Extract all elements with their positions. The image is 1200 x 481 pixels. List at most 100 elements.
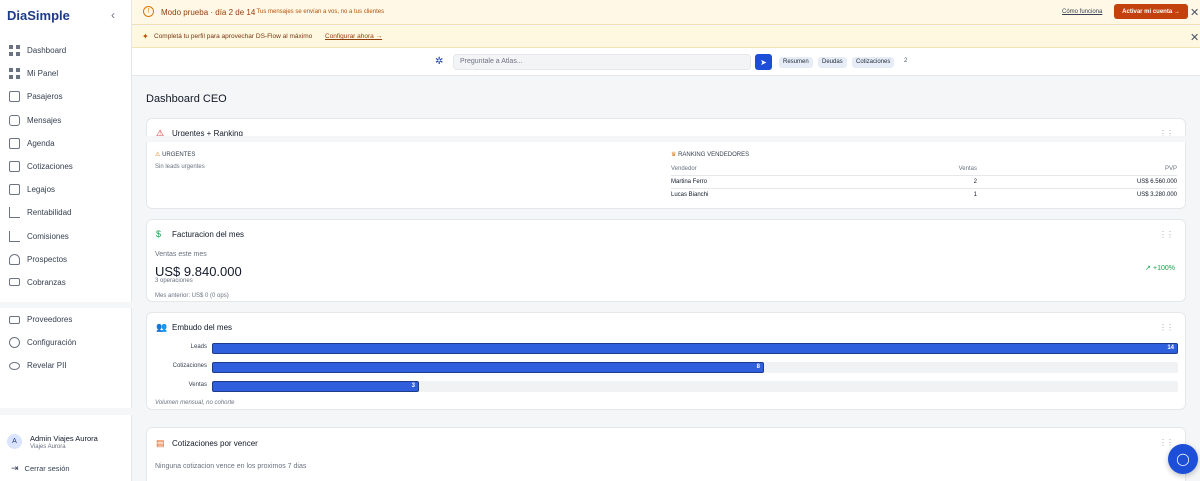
users-icon: 👥 bbox=[156, 322, 168, 332]
gear-icon bbox=[9, 337, 20, 349]
sidebar-item-comisiones[interactable]: Comisiones bbox=[0, 225, 132, 248]
funnel-value: 14 bbox=[1167, 345, 1174, 351]
info-icon: ! bbox=[143, 6, 154, 17]
sidebar-item-label: Prospectos bbox=[27, 254, 68, 264]
sidebar-item-mensajes[interactable]: Mensajes bbox=[0, 109, 132, 132]
sidebar-item-label: Revelar PII bbox=[27, 361, 67, 371]
table-row: Martina Ferro 2 US$ 6.560.000 bbox=[671, 176, 1177, 189]
drag-handle-icon[interactable]: ⋮⋮ bbox=[1159, 323, 1174, 332]
sidebar-item-label: Rentabilidad bbox=[27, 208, 72, 218]
sales-amount: US$ 9.840.000 bbox=[155, 264, 242, 279]
dollar-icon: $ bbox=[156, 229, 162, 239]
profile-banner: ✦ Completá tu perfil para aprovechar DS-… bbox=[132, 26, 1200, 48]
funnel-value: 3 bbox=[411, 383, 415, 389]
sidebar: DiaSimple ‹ Dashboard Mi Panel Pasajeros… bbox=[0, 0, 132, 481]
ranking-label: ♛ RANKING VENDEDORES bbox=[671, 152, 750, 158]
sidebar-item-agenda[interactable]: Agenda bbox=[0, 132, 132, 155]
sidebar-nav: Dashboard Mi Panel Pasajeros Mensajes Ag… bbox=[0, 39, 132, 294]
sidebar-item-label: Legajos bbox=[27, 185, 56, 195]
funnel-label: Leads bbox=[190, 344, 207, 350]
trial-banner: ! Modo prueba · día 2 de 14 · Tus mensaj… bbox=[132, 0, 1200, 25]
sales-label: Ventas este mes bbox=[155, 251, 207, 258]
warning-icon: ⚠ bbox=[155, 152, 161, 158]
grid-icon bbox=[9, 45, 20, 57]
trend-indicator: ↗ +100% bbox=[1145, 265, 1175, 272]
drag-handle-icon[interactable]: ⋮⋮ bbox=[1159, 230, 1174, 239]
brand-logo[interactable]: DiaSimple bbox=[7, 8, 70, 23]
trial-subtitle: · Tus mensajes se envían a vos, no a tus… bbox=[253, 9, 385, 15]
sidebar-item-prospectos[interactable]: Prospectos bbox=[0, 248, 132, 271]
chat-button[interactable]: ◯ bbox=[1168, 444, 1198, 474]
chip-resumen[interactable]: Resumen bbox=[779, 57, 813, 68]
card-urgent-ranking: ⚠ Urgentes + Ranking ⋮⋮ ⚠ URGENTES Sin le… bbox=[146, 118, 1186, 209]
section-gap bbox=[132, 302, 1200, 311]
chat-bubble-icon: ◯ bbox=[1176, 452, 1190, 466]
funnel-note: Volumen mensual, no cohorte bbox=[155, 400, 235, 406]
sidebar-divider bbox=[0, 408, 132, 415]
sidebar-item-mi-panel[interactable]: Mi Panel bbox=[0, 62, 132, 85]
column-header: PVP bbox=[1164, 166, 1177, 172]
activate-account-button[interactable]: Activar mi cuenta → bbox=[1114, 4, 1188, 19]
chip-count: 2 bbox=[904, 58, 908, 64]
atlas-input[interactable]: Preguntale a Atlas... bbox=[453, 54, 751, 70]
passport-icon bbox=[9, 91, 20, 103]
profile-banner-text: Completá tu perfil para aprovechar DS-Fl… bbox=[154, 33, 313, 40]
close-icon[interactable]: ✕ bbox=[1190, 6, 1199, 19]
trophy-icon: ♛ bbox=[671, 152, 677, 158]
sidebar-item-configuracion[interactable]: Configuración bbox=[0, 331, 132, 354]
send-button[interactable]: ➤ bbox=[755, 54, 772, 70]
table-header: Vendedor Ventas PVP bbox=[671, 163, 1177, 176]
chip-deudas[interactable]: Deudas bbox=[818, 57, 847, 68]
drag-handle-icon[interactable]: ⋮⋮ bbox=[1159, 438, 1174, 447]
funnel-row: Ventas 3 bbox=[147, 381, 1187, 392]
sidebar-item-label: Configuración bbox=[27, 338, 77, 348]
sidebar-item-legajos[interactable]: Legajos bbox=[0, 178, 132, 201]
sparkle-icon: ✦ bbox=[142, 32, 149, 41]
previous-month: Mes anterior: US$ 0 (0 ops) bbox=[155, 293, 229, 299]
credit-card-icon bbox=[9, 278, 20, 287]
card-billing: $ Facturacion del mes ⋮⋮ Ventas este mes … bbox=[146, 219, 1186, 302]
logout-label: Cerrar sesión bbox=[24, 464, 70, 473]
funnel-track: 3 bbox=[212, 381, 1178, 392]
inbox-icon bbox=[9, 114, 20, 126]
grid-icon bbox=[9, 68, 20, 80]
sidebar-item-cotizaciones[interactable]: Cotizaciones bbox=[0, 155, 132, 178]
logout-button[interactable]: ⇥ Cerrar sesión bbox=[11, 463, 70, 474]
chip-cotizaciones[interactable]: Cotizaciones bbox=[852, 57, 895, 68]
card-expiring-quotes: ▤ Cotizaciones por vencer ⋮⋮ Ninguna coti… bbox=[146, 427, 1186, 481]
card-title: Embudo del mes bbox=[172, 323, 233, 332]
trial-title: Modo prueba · día 2 de 14 bbox=[161, 8, 256, 17]
configure-now-link[interactable]: Configurar ahora → bbox=[325, 33, 382, 40]
funnel-label: Ventas bbox=[188, 382, 207, 388]
users-icon bbox=[9, 253, 20, 265]
ops-count: 3 operaciones bbox=[155, 278, 193, 284]
funnel-row: Cotizaciones 8 bbox=[147, 362, 1187, 373]
sidebar-item-proveedores[interactable]: Proveedores bbox=[0, 308, 132, 331]
sidebar-item-revelar-pii[interactable]: Revelar PII bbox=[0, 354, 132, 377]
sidebar-item-cobranzas[interactable]: Cobranzas bbox=[0, 271, 132, 294]
send-icon: ➤ bbox=[760, 57, 767, 67]
sidebar-item-pasajeros[interactable]: Pasajeros bbox=[0, 85, 132, 108]
trend-up-icon: ↗ bbox=[1145, 265, 1152, 272]
atlas-bar: ✲ Preguntale a Atlas... ➤ Resumen Deudas… bbox=[132, 48, 1200, 76]
folder-icon bbox=[9, 184, 20, 196]
logout-icon: ⇥ bbox=[11, 463, 19, 473]
sidebar-item-rentabilidad[interactable]: Rentabilidad bbox=[0, 201, 132, 224]
user-org: Viajes Aurora bbox=[30, 444, 66, 450]
funnel-track: 8 bbox=[212, 362, 1178, 373]
chevron-left-icon[interactable]: ‹ bbox=[111, 8, 115, 22]
calendar-icon bbox=[9, 137, 20, 149]
app-root: DiaSimple ‹ Dashboard Mi Panel Pasajeros… bbox=[0, 0, 1200, 481]
sidebar-item-label: Cotizaciones bbox=[27, 162, 73, 172]
sidebar-item-dashboard[interactable]: Dashboard bbox=[0, 39, 132, 62]
card-header: ▤ Cotizaciones por vencer bbox=[156, 438, 258, 449]
funnel-value: 8 bbox=[756, 364, 760, 370]
quotes-empty: Ninguna cotizacion vence en los proximos… bbox=[155, 463, 307, 470]
close-icon[interactable]: ✕ bbox=[1190, 31, 1199, 44]
sidebar-item-label: Mensajes bbox=[27, 115, 62, 125]
sidebar-item-label: Comisiones bbox=[27, 231, 69, 241]
urgent-empty: Sin leads urgentes bbox=[155, 164, 205, 170]
user-name: Admin Viajes Aurora bbox=[30, 434, 98, 443]
bar-chart-icon bbox=[9, 207, 20, 219]
how-it-works-link[interactable]: Cómo funciona bbox=[1062, 9, 1102, 15]
